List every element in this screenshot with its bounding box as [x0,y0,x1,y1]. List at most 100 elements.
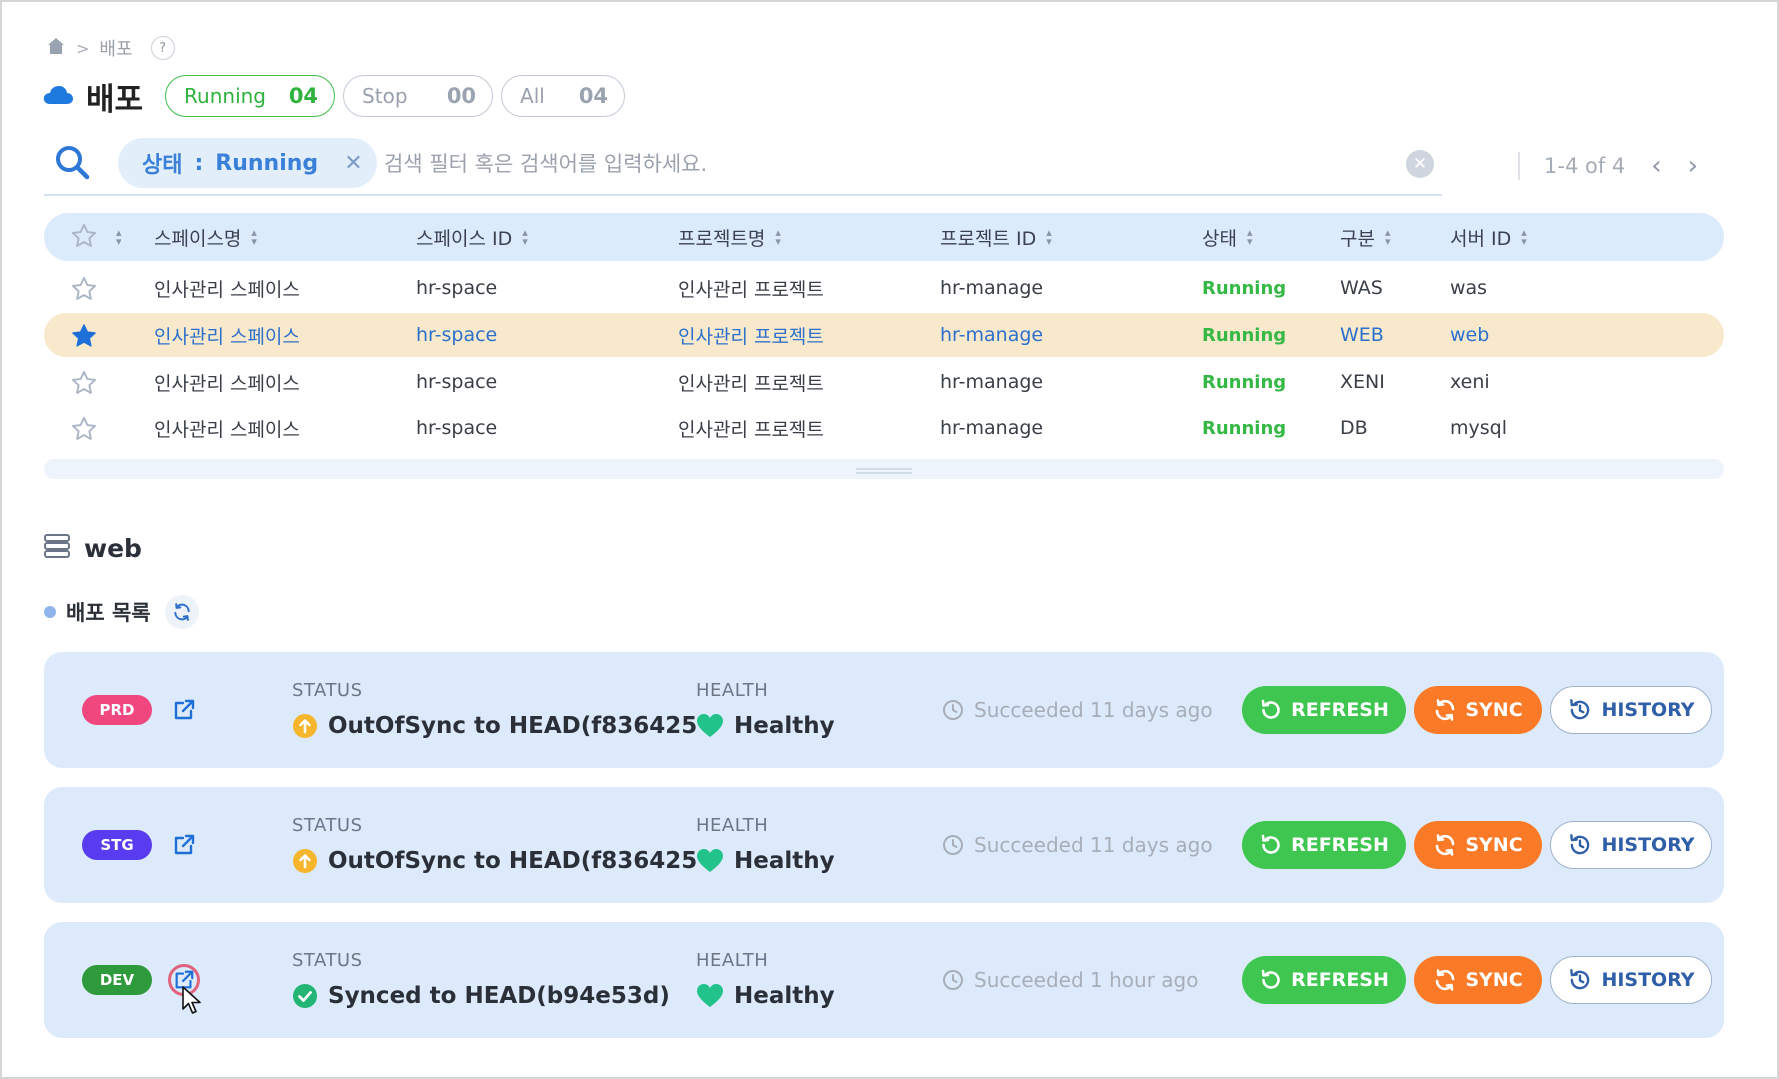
filter-running[interactable]: Running 04 [165,75,336,117]
cell-type: WEB [1340,324,1384,346]
sync-label: SYNC [1465,699,1523,721]
status-label: STATUS [292,680,363,701]
sync-button[interactable]: SYNC [1414,956,1542,1004]
star-outline-icon[interactable] [70,222,98,250]
history-button[interactable]: HISTORY [1550,956,1712,1004]
history-icon [1570,699,1590,720]
env-badge: STG [82,830,152,860]
cell-project-id: hr-manage [940,277,1044,299]
pagination-range: 1-4 of 4 [1544,154,1626,178]
health-text: Healthy [734,983,835,1009]
filter-label: Running [184,84,266,108]
star-outline-icon[interactable] [70,275,98,303]
filter-count: 00 [446,84,477,108]
table-row[interactable]: 인사관리 스페이스 hr-space 인사관리 프로젝트 hr-manage R… [44,406,1724,450]
cell-server-id: mysql [1450,417,1507,439]
cell-project-id: hr-manage [940,371,1044,393]
cell-space-id: hr-space [416,277,498,299]
chevron-right-icon: > [76,38,90,58]
sync-button[interactable]: SYNC [1414,686,1542,734]
help-icon[interactable]: ? [150,36,175,60]
refresh-button[interactable]: REFRESH [1242,821,1406,869]
history-label: HISTORY [1601,834,1695,856]
sync-status-text: Synced to HEAD(b94e53d) [328,983,670,1009]
status-label: STATUS [292,815,363,836]
reload-icon[interactable] [164,595,199,629]
clock-icon [943,700,963,720]
sync-icon [1436,834,1455,856]
chevron-left-icon[interactable]: ‹ [1651,151,1661,181]
history-icon [1570,834,1590,855]
clock-icon [943,970,963,990]
table-row-selected[interactable]: 인사관리 스페이스 hr-space 인사관리 프로젝트 hr-manage R… [44,313,1724,357]
filter-label: All [520,84,545,108]
column-project-id[interactable]: 프로젝트 ID ▴ ▾ [940,213,1052,261]
sort-icon[interactable]: ▴ ▾ [116,213,122,261]
sync-icon [1436,699,1455,721]
cell-space-id: hr-space [416,324,498,346]
cell-space-name: 인사관리 스페이스 [154,325,300,348]
column-space-id[interactable]: 스페이스 ID ▴ ▾ [416,213,528,261]
sync-icon [1436,969,1455,991]
cell-project-name: 인사관리 프로젝트 [678,418,824,441]
search-icon[interactable] [54,144,90,184]
health-label: HEALTH [696,950,769,971]
breadcrumb: > 배포 ? [46,36,175,60]
breadcrumb-current: 배포 [99,39,133,60]
column-space-name[interactable]: 스페이스명 ▴ ▾ [154,213,257,261]
refresh-label: REFRESH [1291,834,1389,856]
env-badge: DEV [82,965,152,995]
title-row: 배포 Running 04 Stop 00 All 04 [42,74,633,118]
page-title: 배포 [86,81,144,118]
search-input[interactable] [384,144,1434,184]
cell-server-id: was [1450,277,1488,299]
bullet-icon [44,606,56,618]
cell-status: Running [1202,277,1287,299]
star-outline-icon[interactable] [70,415,98,443]
filter-all[interactable]: All 04 [501,75,626,117]
cell-project-name: 인사관리 프로젝트 [678,325,824,348]
home-icon[interactable] [46,36,66,61]
cell-project-name: 인사관리 프로젝트 [678,372,824,395]
column-project-name[interactable]: 프로젝트명 ▴ ▾ [678,213,781,261]
refresh-icon [1261,834,1280,854]
cell-space-name: 인사관리 스페이스 [154,372,300,395]
star-outline-icon[interactable] [70,369,98,397]
last-sync-time: Succeeded 11 days ago [942,694,1213,726]
server-name: web [84,533,142,563]
column-status[interactable]: 상태 ▴ ▾ [1202,213,1253,261]
filter-stop[interactable]: Stop 00 [343,75,494,117]
sync-button[interactable]: SYNC [1414,821,1542,869]
cell-type: XENI [1340,371,1385,393]
status-label: STATUS [292,950,363,971]
history-button[interactable]: HISTORY [1550,686,1712,734]
health-text: Healthy [734,848,835,874]
table-row[interactable]: 인사관리 스페이스 hr-space 인사관리 프로젝트 hr-manage R… [44,360,1724,404]
refresh-label: REFRESH [1291,969,1389,991]
clear-search-icon[interactable]: ✕ [1406,150,1434,178]
table-row[interactable]: 인사관리 스페이스 hr-space 인사관리 프로젝트 hr-manage R… [44,266,1724,310]
column-server-id[interactable]: 서버 ID ▴ ▾ [1450,213,1527,261]
time-text: Succeeded 11 days ago [974,698,1213,722]
health-label: HEALTH [696,680,769,701]
sync-status-text: OutOfSync to HEAD(f836425 [328,713,698,739]
chevron-right-icon[interactable]: › [1688,151,1698,181]
history-button[interactable]: HISTORY [1550,821,1712,869]
column-type[interactable]: 구분 ▴ ▾ [1340,213,1391,261]
external-link-icon[interactable] [168,694,200,726]
star-filled-icon[interactable] [70,322,98,350]
chip-close-icon[interactable]: ✕ [344,151,362,176]
history-label: HISTORY [1601,699,1695,721]
refresh-button[interactable]: REFRESH [1242,686,1406,734]
health-status: Healthy [696,710,835,742]
external-link-icon[interactable] [168,829,200,861]
refresh-button[interactable]: REFRESH [1242,956,1406,1004]
cell-space-name: 인사관리 스페이스 [154,418,300,441]
last-sync-time: Succeeded 11 days ago [942,829,1213,861]
cell-server-id: xeni [1450,371,1490,393]
filter-chip[interactable]: 상태 : Running ✕ [118,138,377,188]
resize-handle[interactable] [856,468,912,474]
heart-icon [696,848,724,874]
health-status: Healthy [696,980,835,1012]
sync-status-text: OutOfSync to HEAD(f836425 [328,848,698,874]
